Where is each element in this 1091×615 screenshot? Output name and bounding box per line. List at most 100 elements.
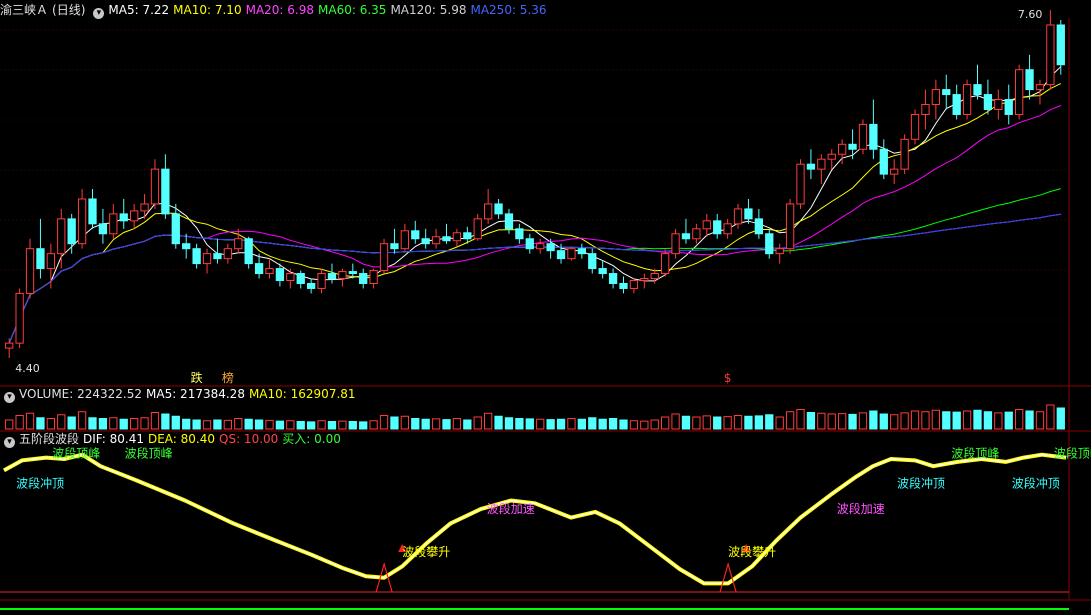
volume-bar — [765, 414, 774, 430]
candle — [890, 159, 899, 185]
candle-body — [77, 198, 87, 245]
volume-bar — [567, 418, 576, 430]
candle-body — [504, 213, 514, 230]
candle — [910, 109, 920, 145]
volume-bar — [88, 417, 97, 430]
candle-body — [213, 253, 222, 260]
candle-body — [879, 148, 888, 175]
candle-body — [109, 213, 118, 235]
volume-bar — [650, 419, 659, 430]
volume-bar — [931, 409, 940, 430]
chevron-down-icon[interactable]: ▾ — [4, 392, 15, 403]
volume-bar — [265, 419, 274, 430]
candle — [359, 268, 368, 289]
candle-body — [848, 143, 857, 150]
volume-bar — [119, 418, 128, 430]
volume-bar — [785, 411, 795, 430]
candle — [390, 228, 399, 254]
volume-bar — [15, 415, 24, 430]
volume-bar — [452, 418, 462, 430]
candle-body — [25, 248, 35, 294]
volume-bar — [838, 413, 847, 430]
candle-body — [775, 248, 784, 255]
candle — [671, 228, 680, 259]
volume-bar — [494, 415, 503, 430]
candle — [536, 238, 545, 254]
volume-bar — [681, 415, 691, 430]
candle — [577, 243, 586, 259]
ma250-label: MA250: 5.36 — [470, 3, 547, 17]
candle — [192, 243, 201, 269]
event-marker: 跌 — [191, 370, 203, 385]
candle-body — [1035, 84, 1045, 91]
candle-body — [67, 218, 76, 245]
candle-body — [88, 198, 97, 225]
volume-bar — [744, 415, 753, 430]
candle-body — [140, 203, 149, 212]
chart-canvas[interactable]: 波段顶峰 波段顶峰波段冲顶波段攀升波段加速波段攀升波段加速波段冲顶波段顶峰波段冲顶… — [0, 0, 1091, 615]
volume-bar — [369, 420, 378, 430]
candle — [140, 194, 149, 219]
volume-bar — [775, 416, 784, 430]
candle — [57, 208, 66, 269]
candle — [661, 248, 670, 277]
volume-bar — [973, 409, 982, 430]
candle-body — [536, 243, 545, 250]
wave-dif-line — [3, 454, 1067, 585]
candle-body — [577, 248, 586, 255]
candle — [858, 119, 868, 155]
candle-body — [1015, 69, 1024, 115]
volume-bar — [952, 411, 961, 430]
candle-body — [411, 230, 420, 240]
candle-body — [796, 163, 805, 205]
candle — [681, 218, 691, 244]
candle — [1025, 54, 1034, 100]
volume-bar — [869, 410, 878, 430]
volume-bar — [733, 415, 743, 430]
candle-body — [942, 89, 951, 96]
candle-body — [692, 228, 701, 240]
volume-bar — [1025, 410, 1034, 430]
volume-bar — [359, 421, 368, 430]
candle — [827, 149, 836, 170]
volume-bar — [962, 410, 972, 430]
volume-bar — [608, 418, 618, 430]
volume-bar — [150, 412, 160, 430]
ma10-label: MA10: 7.10 — [173, 3, 242, 17]
candle-body — [463, 232, 472, 240]
candle — [161, 154, 170, 219]
candle-body — [5, 342, 14, 349]
candle — [775, 243, 784, 264]
candle-body — [546, 243, 555, 252]
candle-body — [588, 253, 597, 270]
candle — [869, 99, 878, 160]
candle-body — [952, 94, 961, 115]
candle-body — [57, 218, 66, 255]
volume-bar — [619, 419, 628, 430]
candle-body — [723, 223, 732, 235]
volume-bar — [1004, 411, 1013, 430]
candle-body — [379, 243, 389, 272]
chevron-down-icon[interactable]: ▾ — [4, 437, 15, 448]
ma20-label: MA20: 6.98 — [245, 3, 315, 17]
candle — [567, 246, 576, 261]
candle — [848, 129, 857, 160]
candle-body — [921, 104, 930, 115]
candle — [921, 89, 930, 130]
candle-body — [223, 248, 232, 260]
candle — [723, 218, 732, 239]
volume-bar — [463, 419, 472, 430]
candle-body — [98, 223, 108, 235]
volume-bar — [910, 410, 920, 430]
candle-body — [296, 273, 305, 284]
candle — [25, 238, 35, 299]
ma60-label: MA60: 6.35 — [318, 3, 387, 17]
candle-body — [515, 228, 524, 240]
chevron-down-icon[interactable]: ▾ — [93, 8, 105, 19]
candle-body — [838, 143, 847, 155]
wave-annotation: 波段顶峰 — [1054, 445, 1091, 460]
candle-body — [900, 138, 909, 170]
volume-panel-header: ▾ VOLUME: 224322.52 MA5: 217384.28 MA10: 16… — [0, 386, 360, 403]
candle-body — [244, 238, 253, 265]
qs-label: QS: 10.00 — [219, 432, 279, 446]
